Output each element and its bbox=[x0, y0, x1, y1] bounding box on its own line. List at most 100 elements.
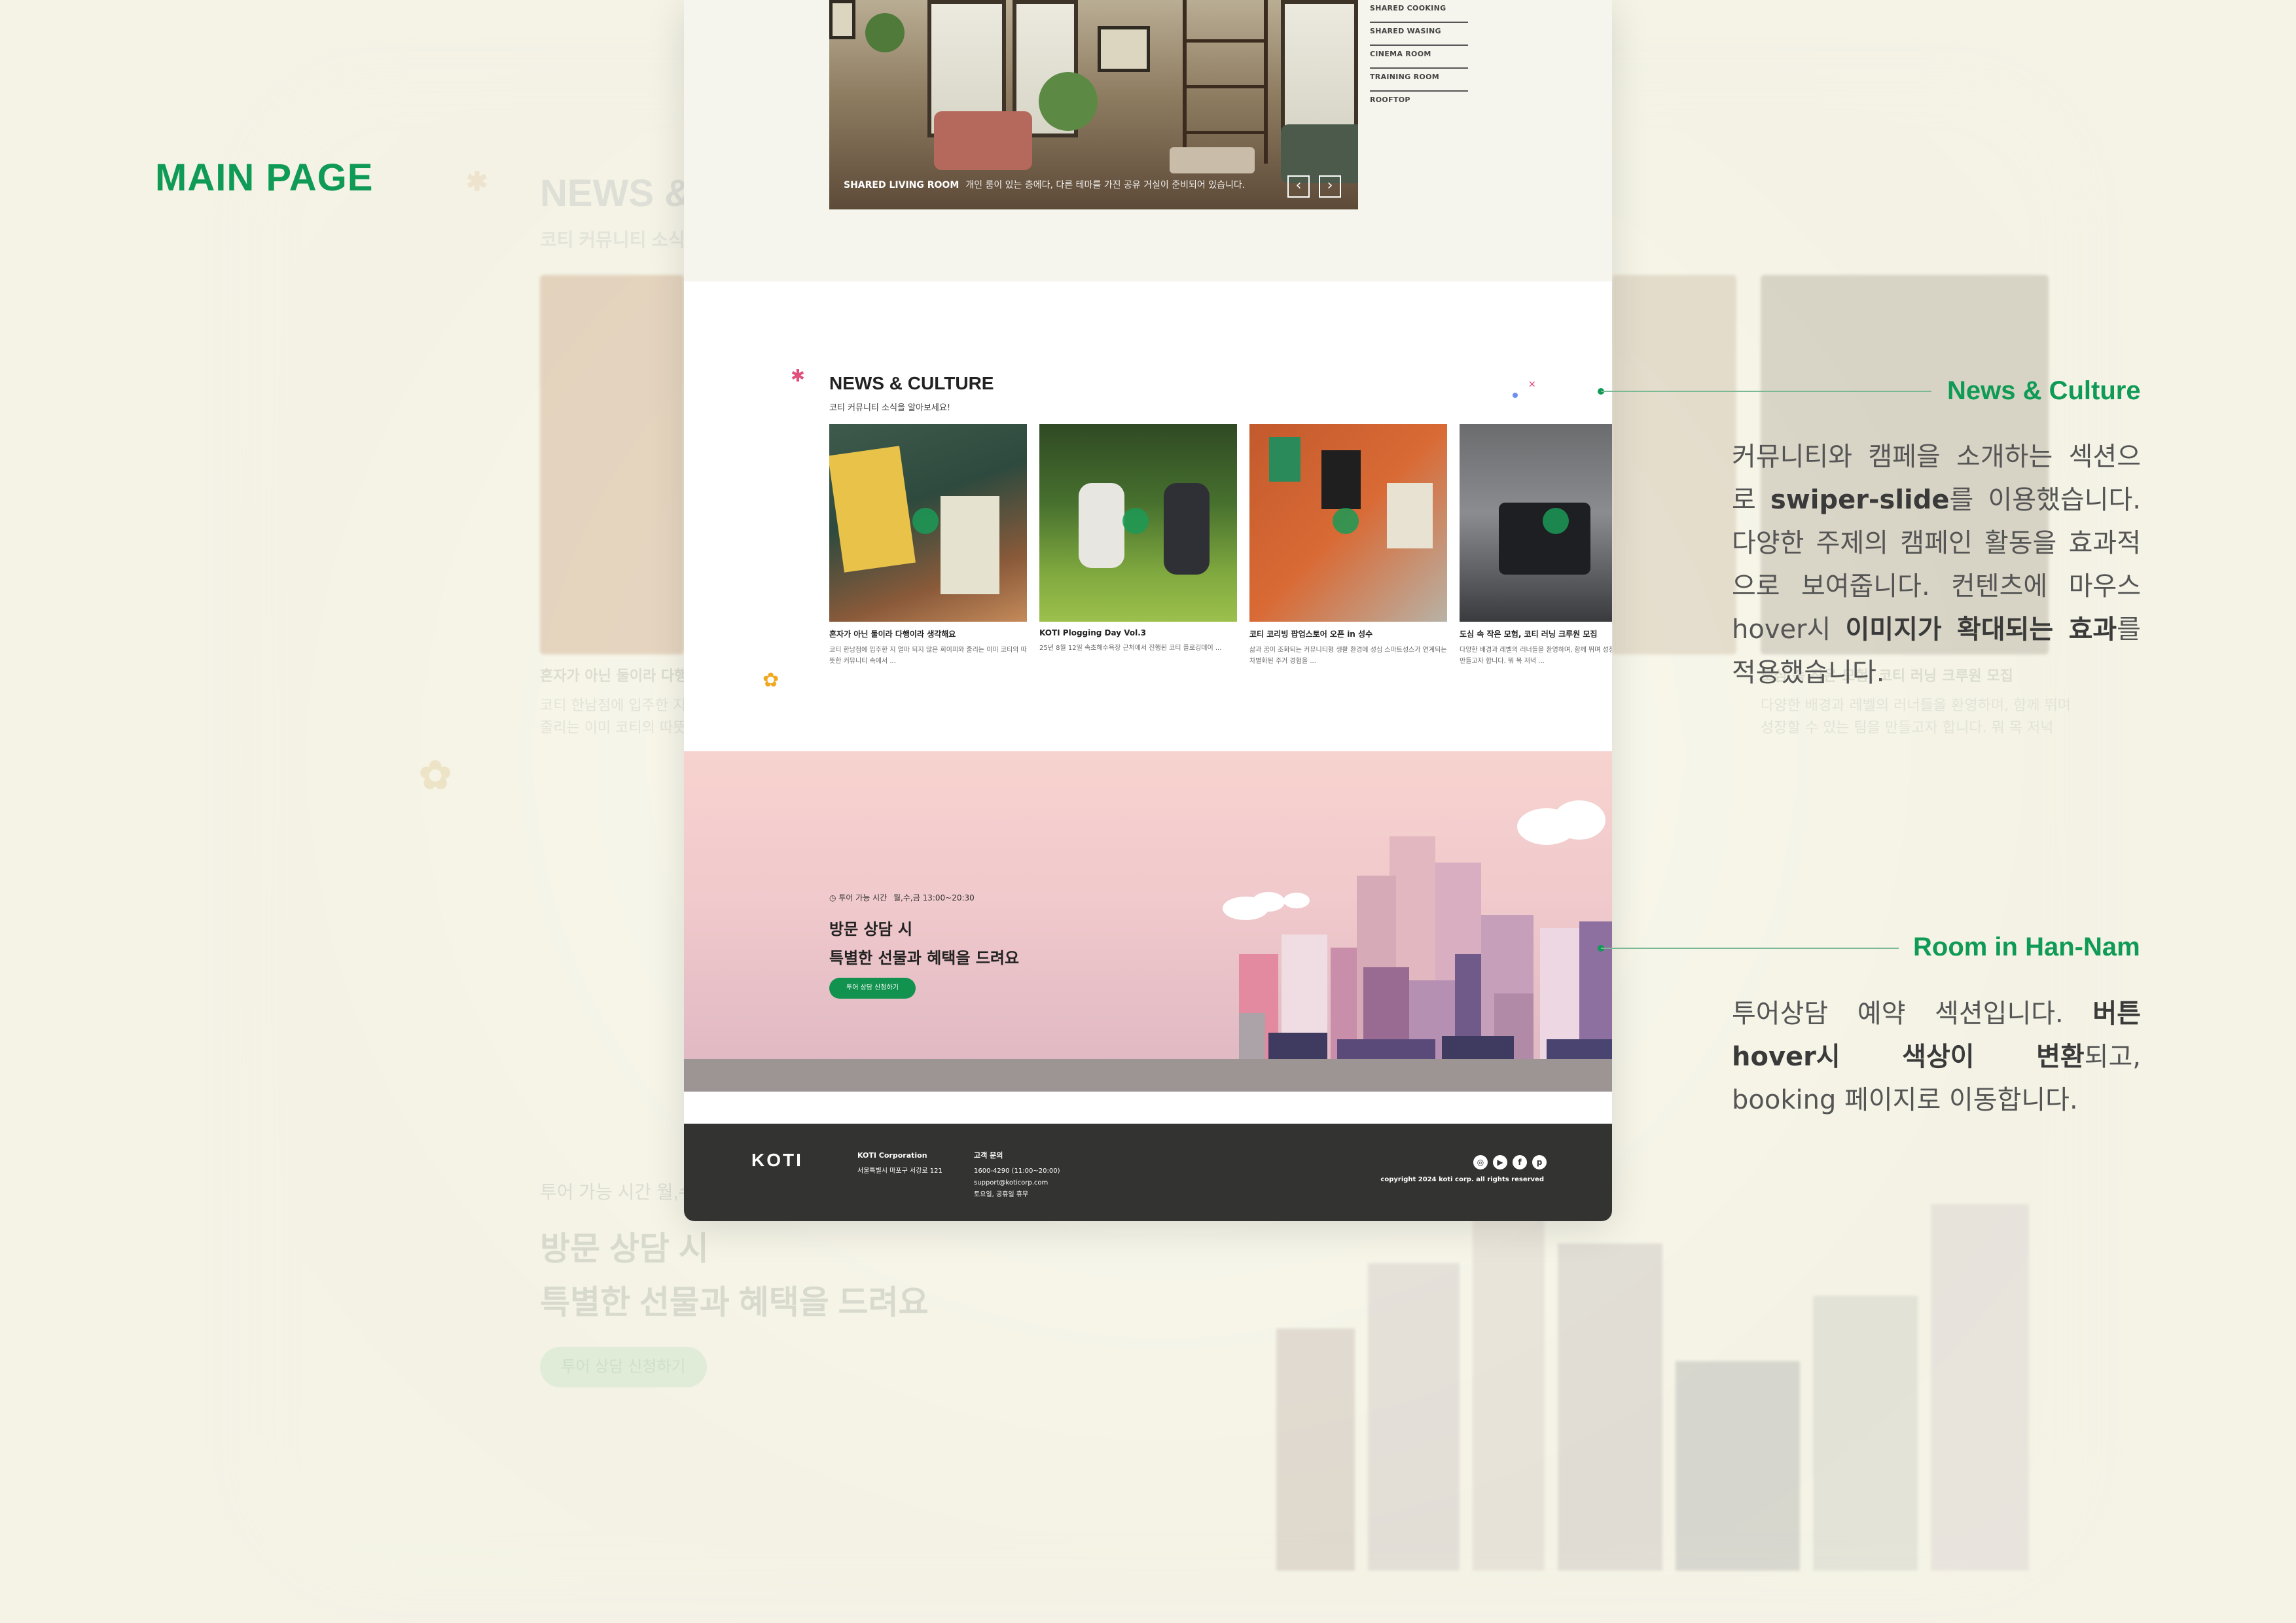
news-card-image bbox=[1460, 424, 1612, 622]
bg-news-card-image-2 bbox=[1612, 275, 1736, 654]
slide-desc: 개인 룸이 있는 층에다, 다른 테마를 가진 공유 거실이 준비되어 있습니다… bbox=[965, 180, 1246, 190]
bg-card-right-desc-2: 성장할 수 있는 팀을 만들고자 합니다. 뭐 목 저녁 bbox=[1761, 720, 2054, 736]
person-2 bbox=[1164, 483, 1210, 575]
news-card-title: KOTI Plogging Day Vol.3 bbox=[1039, 628, 1147, 637]
bg-card-right-desc-1: 다양한 배경과 레벨의 러너들을 환영하며, 함께 뛰며 bbox=[1761, 698, 2071, 714]
tour-headline-line-2: 특별한 선물과 혜택을 드려요 bbox=[829, 949, 1020, 967]
news-subtitle: 코티 커뮤니티 소식을 알아보세요! bbox=[829, 403, 951, 413]
footer-copyright: copyright 2024 koti corp. all rights res… bbox=[1380, 1176, 1544, 1183]
plant-decor bbox=[865, 13, 905, 52]
cross-decor-icon: ✕ bbox=[1528, 380, 1536, 390]
slide-label: SHARED LIVING ROOM bbox=[844, 180, 960, 190]
living-room-slide[interactable]: SHARED LIVING ROOM 개인 룸이 있는 층에다, 다른 테마를 가… bbox=[829, 0, 1358, 209]
news-card-desc: 다양한 배경과 레벨의 러너들을 환영하며, 함께 뛰며 성장할 수 있는 팀을… bbox=[1460, 647, 1612, 665]
annotation-line-room bbox=[1601, 948, 1899, 949]
news-card-tag bbox=[1122, 508, 1149, 534]
footer-contact: 고객 문의 1600-4290 (11:00~20:00) support@ko… bbox=[974, 1150, 1060, 1201]
news-title: NEWS & CULTURE bbox=[829, 373, 994, 393]
asterisk-decor-icon: ✱ bbox=[791, 366, 805, 386]
instagram-icon[interactable]: ◎ bbox=[1473, 1155, 1488, 1169]
news-card[interactable]: 코티 코리빙 팝업스토어 오픈 in 성수 삶과 꿈이 조화되는 커뮤니티형 생… bbox=[1249, 424, 1447, 667]
tour-time-value: 월,수,금 13:00~20:30 bbox=[893, 893, 975, 902]
footer-company: KOTI Corporation 서울특별시 마포구 서강로 121 bbox=[857, 1150, 942, 1177]
annotation-text-news: 커뮤니티와 캠페을 소개하는 섹션으로 swiper-slide를 이용했습니다… bbox=[1732, 435, 2141, 694]
poster-1 bbox=[1269, 437, 1300, 482]
annotation-room-part-1: 투어상담 예약 섹션입니다. bbox=[1732, 999, 2093, 1029]
footer-cs-phone: 1600-4290 (11:00~20:00) bbox=[974, 1168, 1060, 1175]
pinterest-icon[interactable]: p bbox=[1532, 1155, 1547, 1169]
plant-large bbox=[1039, 72, 1098, 131]
facebook-icon[interactable]: f bbox=[1513, 1155, 1527, 1169]
sofa-right bbox=[1281, 124, 1358, 183]
bg-tour-button: 투어 상담 신청하기 bbox=[540, 1347, 707, 1387]
bg-tour-button-label: 투어 상담 신청하기 bbox=[561, 1358, 686, 1376]
footer-company-name: KOTI Corporation bbox=[857, 1151, 927, 1160]
youtube-icon[interactable]: ▶ bbox=[1493, 1155, 1507, 1169]
bg-tour-headline-2: 특별한 선물과 혜택을 드려요 bbox=[540, 1284, 929, 1321]
tour-section: ◷ 투어 가능 시간 월,수,금 13:00~20:30 방문 상담 시 특별한… bbox=[684, 751, 1612, 1092]
annotation-title-news: News & Culture bbox=[1947, 376, 2141, 405]
slide-prev-button[interactable]: ‹ bbox=[1287, 175, 1310, 198]
annotation-news-bold-1: swiper-slide bbox=[1770, 485, 1950, 515]
rooms-menu: SHARED COOKING SHARED WASING CINEMA ROOM… bbox=[1370, 0, 1468, 113]
footer-logo[interactable]: KOTI bbox=[751, 1150, 803, 1171]
tour-time-label: 투어 가능 시간 bbox=[838, 893, 888, 902]
tour-time: ◷ 투어 가능 시간 월,수,금 13:00~20:30 bbox=[829, 892, 975, 903]
news-card[interactable]: 도심 속 작은 모험, 코티 러닝 크루원 모집 다양한 배경과 레벨의 러너들… bbox=[1460, 424, 1612, 667]
slide-caption: SHARED LIVING ROOM 개인 룸이 있는 층에다, 다른 테마를 가… bbox=[844, 178, 1245, 191]
footer-cs-hours: 토요일, 공휴일 휴무 bbox=[974, 1191, 1029, 1198]
bg-city-illustration bbox=[1276, 1191, 2029, 1571]
bg-deco-flower: ✿ bbox=[419, 753, 452, 797]
news-card-tag bbox=[912, 508, 939, 534]
site-footer: KOTI KOTI Corporation 서울특별시 마포구 서강로 121 … bbox=[684, 1124, 1612, 1221]
slide-next-button[interactable]: › bbox=[1319, 175, 1341, 198]
room-menu-item[interactable]: SHARED WASING bbox=[1370, 23, 1468, 46]
bookshelf bbox=[1183, 0, 1268, 164]
website-mockup: SHARED LIVING ROOM 개인 룸이 있는 층에다, 다른 테마를 가… bbox=[684, 0, 1612, 1221]
cereal-box bbox=[829, 446, 916, 573]
news-card-desc: 25년 8월 12일 속초해수욕장 근처에서 진행된 코티 플로깅데이 ... bbox=[1039, 645, 1222, 652]
footer-cs-title: 고객 문의 bbox=[974, 1151, 1003, 1160]
wall-frame-center bbox=[1098, 26, 1150, 72]
dot-decor-icon bbox=[1513, 393, 1518, 398]
cereal-box-2 bbox=[941, 496, 999, 594]
tour-booking-button[interactable]: 투어 상담 신청하기 bbox=[829, 978, 916, 999]
poster-3 bbox=[1387, 483, 1433, 548]
news-card[interactable]: KOTI Plogging Day Vol.3 25년 8월 12일 속초해수욕… bbox=[1039, 424, 1237, 665]
news-card[interactable]: 혼자가 아닌 둘이라 다행이라 생각해요 코티 한남점에 입주한 지 얼마 되지… bbox=[829, 424, 1027, 667]
annotation-news-bold-2: 이미지가 확대되는 효과 bbox=[1845, 615, 2117, 645]
news-card-desc: 코티 한남점에 입주한 지 얼마 되지 않은 회이피와 줄리는 이미 코티의 따… bbox=[829, 647, 1027, 665]
annotation-line-news bbox=[1601, 391, 1931, 392]
room-menu-item[interactable]: SHARED COOKING bbox=[1370, 0, 1468, 23]
page-title: MAIN PAGE bbox=[155, 156, 374, 199]
window-right bbox=[1281, 0, 1358, 137]
tour-headline: 방문 상담 시 특별한 선물과 혜택을 드려요 bbox=[829, 915, 1019, 972]
annotation-title-room: Room in Han-Nam bbox=[1913, 933, 2140, 961]
room-menu-item[interactable]: TRAINING ROOM bbox=[1370, 69, 1468, 92]
armchair bbox=[934, 111, 1032, 170]
tour-headline-line-1: 방문 상담 시 bbox=[829, 920, 913, 938]
news-card-title: 도심 속 작은 모험, 코티 러닝 크루원 모집 bbox=[1460, 630, 1598, 639]
news-card-image bbox=[1249, 424, 1447, 622]
news-card-title: 코티 코리빙 팝업스토어 오픈 in 성수 bbox=[1249, 630, 1373, 639]
news-card-image bbox=[829, 424, 1027, 622]
bg-deco-star: ✱ bbox=[466, 168, 488, 196]
rooms-section: SHARED LIVING ROOM 개인 룸이 있는 층에다, 다른 테마를 가… bbox=[684, 0, 1612, 281]
bg-news-card-image bbox=[540, 275, 684, 654]
news-card-tag bbox=[1543, 508, 1569, 534]
wall-frame-left bbox=[829, 0, 855, 39]
city-illustration bbox=[1223, 800, 1612, 1059]
news-card-desc: 삶과 꿈이 조화되는 커뮤니티형 생활 환경에 성심 스마트성스가 연계되는 차… bbox=[1249, 647, 1447, 665]
clock-icon: ◷ bbox=[829, 893, 836, 902]
coffee-table bbox=[1170, 147, 1255, 173]
footer-address: 서울특별시 마포구 서강로 121 bbox=[857, 1168, 942, 1175]
news-card-tag bbox=[1333, 508, 1359, 534]
news-card-image bbox=[1039, 424, 1237, 622]
news-culture-section: ✱ ✕ ✿ NEWS & CULTURE 코티 커뮤니티 소식을 알아보세요! … bbox=[684, 281, 1612, 751]
room-menu-item[interactable]: ROOFTOP bbox=[1370, 92, 1468, 113]
footer-cs-email: support@koticorp.com bbox=[974, 1179, 1049, 1186]
room-menu-item[interactable]: CINEMA ROOM bbox=[1370, 46, 1468, 69]
flower-decor-icon: ✿ bbox=[762, 669, 780, 692]
ground-strip bbox=[684, 1059, 1612, 1092]
news-card-title: 혼자가 아닌 둘이라 다행이라 생각해요 bbox=[829, 630, 956, 639]
